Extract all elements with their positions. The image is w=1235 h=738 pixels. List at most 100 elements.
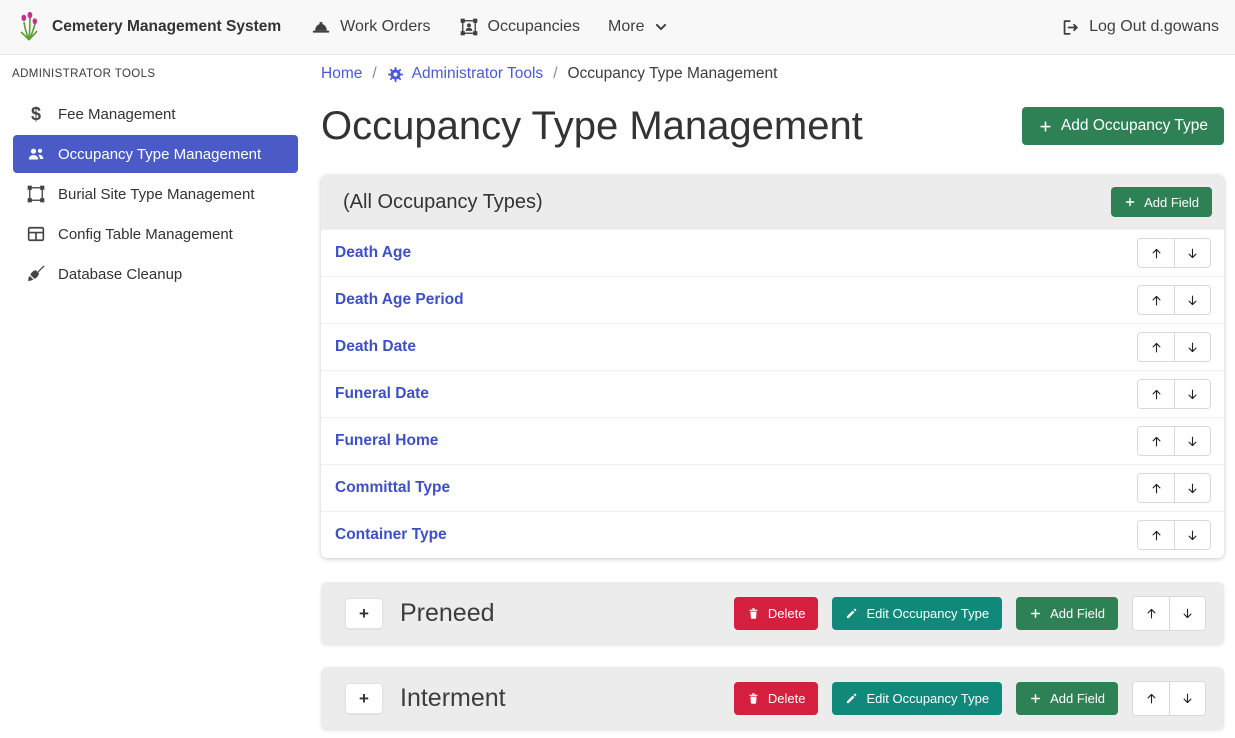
sidebar-item-fee-management[interactable]: $ Fee Management [13, 94, 298, 134]
nav-item-occupancies[interactable]: Occupancies [445, 17, 595, 37]
occupancy-frame-icon [459, 17, 479, 37]
move-up-button[interactable] [1133, 597, 1169, 630]
move-down-button[interactable] [1174, 333, 1210, 361]
add-occupancy-type-label: Add Occupancy Type [1061, 117, 1208, 135]
reorder-button-group [1137, 426, 1211, 456]
edit-occupancy-type-button[interactable]: Edit Occupancy Type [832, 597, 1002, 630]
trash-icon [747, 607, 760, 620]
sidebar-item-database-cleanup[interactable]: Database Cleanup [13, 254, 298, 294]
add-occupancy-type-button[interactable]: Add Occupancy Type [1022, 107, 1224, 145]
delete-label: Delete [768, 691, 806, 706]
move-up-button[interactable] [1138, 333, 1174, 361]
move-up-button[interactable] [1138, 427, 1174, 455]
sidebar-item-label: Occupancy Type Management [58, 146, 261, 163]
add-field-label: Add Field [1144, 195, 1199, 210]
expand-button[interactable]: + [345, 598, 383, 629]
breadcrumb-separator: / [553, 65, 557, 83]
move-down-button[interactable] [1169, 597, 1205, 630]
sidebar-item-burial-site-type-management[interactable]: Burial Site Type Management [13, 174, 298, 214]
add-field-button[interactable]: Add Field [1016, 682, 1118, 715]
move-up-button[interactable] [1133, 682, 1169, 715]
field-row: Death Age Period [321, 276, 1224, 323]
plus-icon [1029, 692, 1042, 705]
broom-icon [25, 264, 47, 284]
nav-item-more[interactable]: More [594, 18, 681, 36]
move-down-button[interactable] [1174, 286, 1210, 314]
field-link[interactable]: Death Age Period [334, 291, 464, 309]
reorder-button-group [1137, 332, 1211, 362]
all-occupancy-types-card: (All Occupancy Types) Add Field Death Ag… [321, 175, 1224, 558]
field-link[interactable]: Committal Type [334, 479, 450, 497]
section-interment: + Interment Delete [321, 667, 1224, 730]
move-down-button[interactable] [1169, 682, 1205, 715]
plus-icon [1029, 607, 1042, 620]
reorder-button-group [1137, 285, 1211, 315]
move-down-button[interactable] [1174, 239, 1210, 267]
field-link[interactable]: Funeral Home [334, 432, 438, 450]
move-down-button[interactable] [1174, 427, 1210, 455]
delete-button[interactable]: Delete [734, 682, 819, 715]
sidebar-item-label: Database Cleanup [58, 266, 182, 283]
move-down-button[interactable] [1174, 474, 1210, 502]
nav-label: Occupancies [488, 18, 581, 36]
page-title: Occupancy Type Management [321, 97, 863, 155]
add-field-label: Add Field [1050, 606, 1105, 621]
users-icon [25, 144, 47, 164]
tulip-logo-icon [16, 12, 42, 42]
sidebar-item-config-table-management[interactable]: Config Table Management [13, 214, 298, 254]
add-field-button[interactable]: Add Field [1111, 187, 1212, 217]
delete-button[interactable]: Delete [734, 597, 819, 630]
nav-item-work-orders[interactable]: Work Orders [297, 17, 444, 37]
logout-button[interactable]: Log Out d.gowans [1061, 18, 1219, 37]
edit-occupancy-type-label: Edit Occupancy Type [866, 691, 989, 706]
add-field-label: Add Field [1050, 691, 1105, 706]
breadcrumb: Home / [321, 65, 1224, 83]
field-row: Funeral Home [321, 417, 1224, 464]
chevron-down-icon [654, 20, 668, 34]
top-navbar: Cemetery Management System Work Orders [0, 0, 1235, 55]
move-down-button[interactable] [1174, 521, 1210, 549]
move-up-button[interactable] [1138, 239, 1174, 267]
main-content: Home / [320, 55, 1235, 738]
card-title: (All Occupancy Types) [343, 191, 543, 214]
sign-out-icon [1061, 18, 1080, 37]
field-row: Container Type [321, 511, 1224, 558]
gear-icon [387, 66, 404, 83]
logout-label: Log Out d.gowans [1089, 18, 1219, 36]
field-link[interactable]: Death Age [334, 244, 411, 262]
breadcrumb-admin-tools-link[interactable]: Administrator Tools [387, 65, 544, 83]
edit-occupancy-type-button[interactable]: Edit Occupancy Type [832, 682, 1002, 715]
reorder-button-group [1132, 681, 1206, 716]
app-brand[interactable]: Cemetery Management System [16, 12, 281, 42]
move-up-button[interactable] [1138, 474, 1174, 502]
plus-icon [1124, 196, 1136, 208]
breadcrumb-admin-tools-label: Administrator Tools [412, 65, 544, 83]
field-link[interactable]: Funeral Date [334, 385, 429, 403]
expand-button[interactable]: + [345, 683, 383, 714]
section-preneed: + Preneed Delete [321, 582, 1224, 645]
move-down-button[interactable] [1174, 380, 1210, 408]
field-link[interactable]: Death Date [334, 338, 416, 356]
field-row: Death Age [321, 229, 1224, 276]
move-up-button[interactable] [1138, 380, 1174, 408]
all-occupancy-types-header: (All Occupancy Types) Add Field [321, 175, 1224, 229]
sidebar-item-label: Burial Site Type Management [58, 186, 255, 203]
pencil-icon [845, 607, 858, 620]
move-up-button[interactable] [1138, 286, 1174, 314]
sidebar-item-occupancy-type-management[interactable]: Occupancy Type Management [13, 135, 298, 173]
hard-hat-icon [311, 17, 331, 37]
app-title: Cemetery Management System [52, 18, 281, 36]
field-link[interactable]: Container Type [334, 526, 447, 544]
reorder-button-group [1137, 520, 1211, 550]
delete-label: Delete [768, 606, 806, 621]
breadcrumb-home-link[interactable]: Home [321, 65, 362, 83]
move-up-button[interactable] [1138, 521, 1174, 549]
breadcrumb-current: Occupancy Type Management [568, 65, 778, 83]
add-field-button[interactable]: Add Field [1016, 597, 1118, 630]
trash-icon [747, 692, 760, 705]
plus-icon [1038, 119, 1053, 134]
sidebar-item-label: Fee Management [58, 106, 176, 123]
field-row: Funeral Date [321, 370, 1224, 417]
vector-square-icon [25, 184, 47, 204]
sidebar: ADMINISTRATOR TOOLS $ Fee Management Occ… [0, 55, 320, 738]
